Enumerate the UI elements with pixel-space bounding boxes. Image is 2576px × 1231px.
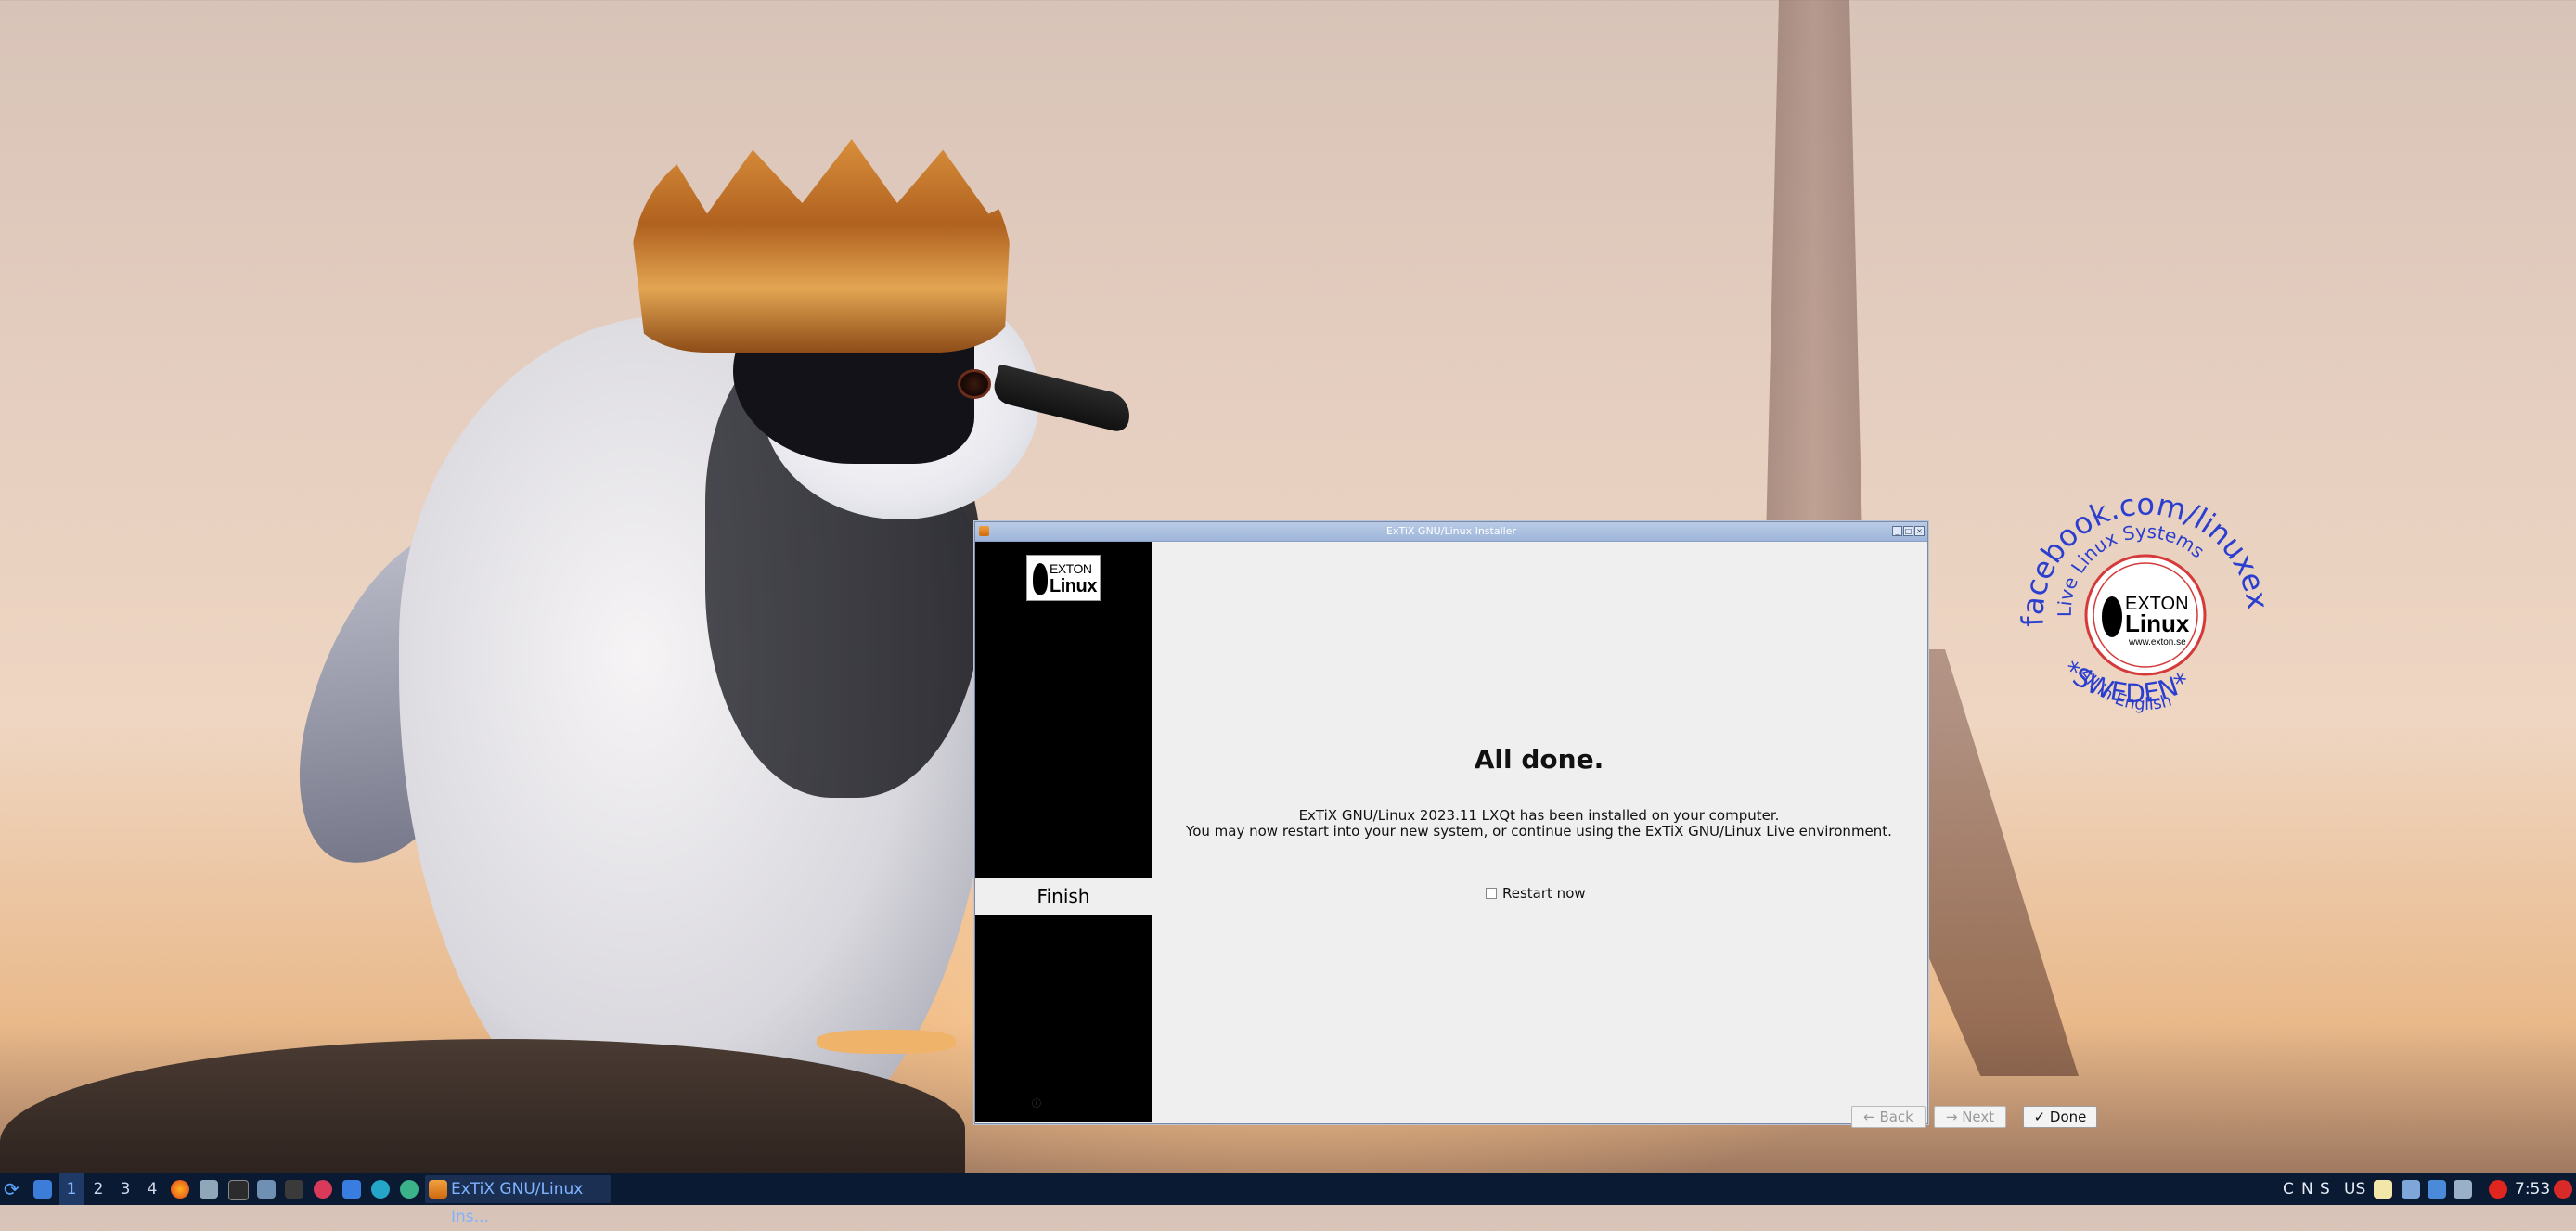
- bluetooth-icon[interactable]: [2428, 1180, 2446, 1199]
- penguin-feet: [817, 1030, 956, 1054]
- software-icon[interactable]: [342, 1180, 361, 1199]
- next-button[interactable]: → Next: [1934, 1106, 2006, 1128]
- settings-icon[interactable]: [371, 1180, 390, 1199]
- workspace-4[interactable]: 4: [140, 1173, 164, 1205]
- taskbar: ⟳ 1 2 3 4 ExTiX GNU/Linux Ins... C N S U…: [0, 1173, 2576, 1226]
- taskbar-task-label: ExTiX GNU/Linux Ins...: [451, 1180, 584, 1226]
- penguin-eye: [958, 369, 991, 399]
- workspace-1[interactable]: 1: [59, 1173, 84, 1205]
- download-icon[interactable]: [314, 1180, 332, 1199]
- firefox-icon[interactable]: [171, 1180, 189, 1199]
- stamp-center-line3: www.exton.se: [2128, 637, 2186, 648]
- workspace-3[interactable]: 3: [113, 1173, 137, 1205]
- golden-crown: [631, 139, 1011, 353]
- exton-stamp-logo: facebook.com/linuxexton Live Linux Syste…: [2016, 496, 2275, 714]
- network-icon[interactable]: [2402, 1180, 2420, 1199]
- volume-icon[interactable]: [2454, 1180, 2472, 1199]
- taskbar-task-installer[interactable]: ExTiX GNU/Linux Ins...: [425, 1175, 611, 1226]
- tray-indicator-n[interactable]: N: [2301, 1173, 2313, 1205]
- minimize-button[interactable]: _: [1892, 526, 1902, 536]
- screenshot-icon[interactable]: [285, 1180, 303, 1199]
- page-title: All done.: [1474, 744, 1604, 775]
- tux-icon: [1033, 563, 1048, 595]
- restart-hint-message: You may now restart into your new system…: [1186, 823, 1892, 840]
- tray-indicator-c[interactable]: C: [2283, 1173, 2294, 1205]
- info-icon: ⓘ: [1032, 1099, 1041, 1109]
- start-menu-icon[interactable]: ⟳: [4, 1173, 19, 1205]
- installer-window: ExTiX GNU/Linux Installer _ □ × EXTON Li…: [974, 521, 2097, 1128]
- restart-now-option[interactable]: Restart now: [1486, 885, 1586, 902]
- restart-now-label[interactable]: Restart now: [1502, 885, 1586, 902]
- text-editor-icon[interactable]: [257, 1180, 276, 1199]
- network-tool-icon[interactable]: [400, 1180, 419, 1199]
- maximize-button[interactable]: □: [1903, 526, 1913, 536]
- installer-content: All done. ExTiX GNU/Linux 2023.11 LXQt h…: [1152, 542, 2097, 1128]
- keyboard-layout[interactable]: US: [2344, 1173, 2365, 1205]
- exton-linux-logo: EXTON Linux: [1026, 555, 1101, 601]
- file-manager-icon[interactable]: [200, 1180, 218, 1199]
- install-complete-message: ExTiX GNU/Linux 2023.11 LXQt has been in…: [1298, 807, 1780, 824]
- stamp-center-line2: Linux: [2125, 609, 2190, 637]
- clipboard-icon[interactable]: [2374, 1180, 2392, 1199]
- workspace-2[interactable]: 2: [86, 1173, 110, 1205]
- done-button[interactable]: ✓ Done: [2023, 1106, 2097, 1128]
- logo-text-exton: EXTON: [1050, 561, 1092, 576]
- window-title: ExTiX GNU/Linux Installer: [1386, 525, 1516, 537]
- window-titlebar[interactable]: ExTiX GNU/Linux Installer _ □ ×: [975, 522, 1927, 542]
- logo-text-linux: Linux: [1050, 576, 1097, 596]
- update-alert-icon[interactable]: [2489, 1180, 2507, 1199]
- installer-sidebar: EXTON Linux Finish ⓘ: [975, 542, 1152, 1122]
- back-button[interactable]: ← Back: [1851, 1106, 1926, 1128]
- restart-now-checkbox[interactable]: [1486, 888, 1497, 899]
- tray-indicator-s[interactable]: S: [2320, 1173, 2330, 1205]
- show-desktop-icon[interactable]: [33, 1180, 52, 1199]
- close-button[interactable]: ×: [1914, 526, 1925, 536]
- clock[interactable]: 7:53: [2515, 1173, 2550, 1205]
- terminal-icon[interactable]: [228, 1180, 249, 1200]
- installer-task-icon: [429, 1180, 447, 1199]
- power-icon[interactable]: [2554, 1180, 2572, 1199]
- sidebar-step-finish: Finish: [975, 878, 1152, 915]
